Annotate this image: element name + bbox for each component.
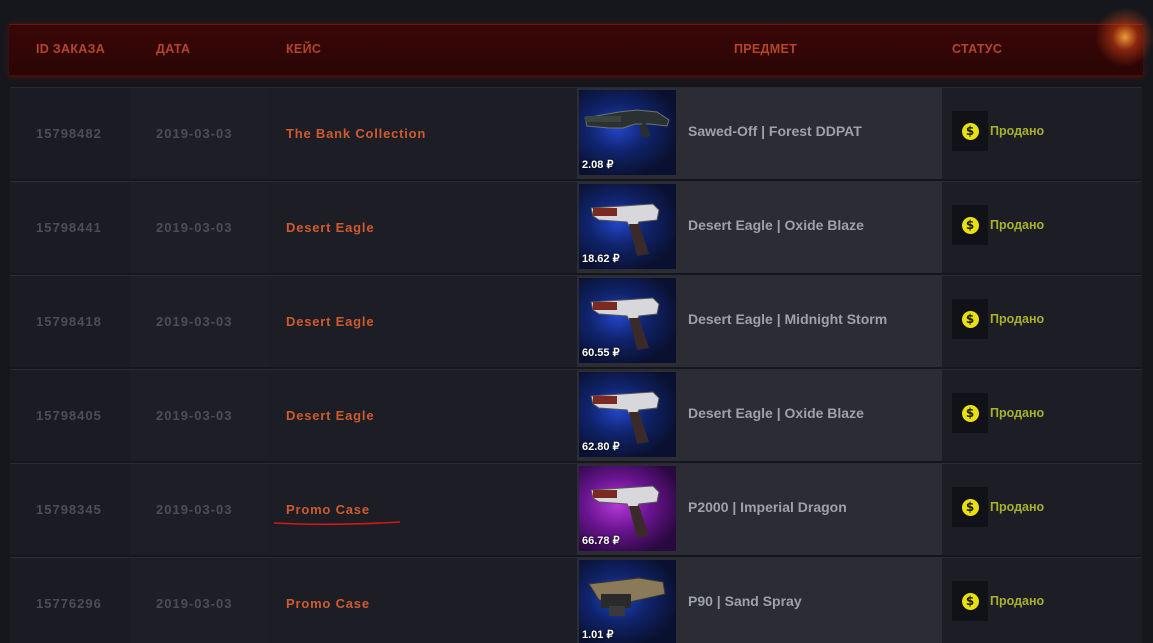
coin-icon-box: $ [952, 581, 988, 621]
item-thumbnail: 62.80 ₽ [579, 372, 676, 457]
coin-icon: $ [961, 122, 979, 140]
table-row: 15798482 2019-03-03 The Bank Collection … [10, 87, 1142, 179]
coin-icon-box: $ [952, 487, 988, 527]
annotation-underline [273, 521, 401, 526]
header-order-id: ID ЗАКАЗА [36, 42, 106, 56]
order-id: 15798345 [10, 464, 130, 555]
status-text: Продано [990, 500, 1045, 514]
coin-icon: $ [961, 404, 979, 422]
table-row: 15798441 2019-03-03 Desert Eagle 18.62 ₽… [10, 181, 1142, 273]
status-badge: $ Продано [952, 581, 1044, 621]
case-link[interactable]: Promo Case [286, 558, 566, 643]
table-row: 15776296 2019-03-03 Promo Case 1.01 ₽ P9… [10, 557, 1142, 643]
coin-icon-box: $ [952, 111, 988, 151]
coin-icon-box: $ [952, 393, 988, 433]
order-date: 2019-03-03 [130, 558, 270, 643]
item-name: P90 | Sand Spray [688, 593, 802, 609]
item-card[interactable]: 62.80 ₽ Desert Eagle | Oxide Blaze [577, 370, 942, 461]
item-name: Sawed-Off | Forest DDPAT [688, 123, 862, 139]
item-price: 18.62 ₽ [582, 253, 620, 265]
header-flame-glow [1095, 7, 1153, 67]
item-price: 1.01 ₽ [582, 629, 614, 641]
item-price: 60.55 ₽ [582, 347, 620, 359]
table-header: ID ЗАКАЗА ДАТА КЕЙС ПРЕДМЕТ СТАТУС [9, 7, 1153, 77]
status-text: Продано [990, 218, 1045, 232]
order-id: 15798418 [10, 276, 130, 367]
coin-icon: $ [961, 592, 979, 610]
status-text: Продано [990, 124, 1045, 138]
item-name: Desert Eagle | Oxide Blaze [688, 217, 864, 233]
item-thumbnail: 60.55 ₽ [579, 278, 676, 363]
item-name: Desert Eagle | Midnight Storm [688, 311, 888, 327]
status-badge: $ Продано [952, 487, 1044, 527]
item-card[interactable]: 18.62 ₽ Desert Eagle | Oxide Blaze [577, 182, 942, 273]
order-id: 15798482 [10, 88, 130, 179]
order-date: 2019-03-03 [130, 276, 270, 367]
item-price: 66.78 ₽ [582, 535, 620, 547]
item-thumbnail: 66.78 ₽ [579, 466, 676, 551]
item-card[interactable]: 66.78 ₽ P2000 | Imperial Dragon [577, 464, 942, 555]
item-thumbnail: 1.01 ₽ [579, 560, 676, 643]
header-date: ДАТА [156, 42, 191, 56]
order-id: 15776296 [10, 558, 130, 643]
header-case: КЕЙС [286, 42, 322, 56]
table-row: 15798345 2019-03-03 Promo Case 66.78 ₽ P… [10, 463, 1142, 555]
item-price: 62.80 ₽ [582, 441, 620, 453]
status-text: Продано [990, 406, 1045, 420]
status-text: Продано [990, 312, 1045, 326]
case-link[interactable]: Promo Case [286, 464, 566, 555]
order-date: 2019-03-03 [130, 370, 270, 461]
item-name: P2000 | Imperial Dragon [688, 499, 847, 515]
order-id: 15798441 [10, 182, 130, 273]
item-card[interactable]: 1.01 ₽ P90 | Sand Spray [577, 558, 942, 643]
item-name: Desert Eagle | Oxide Blaze [688, 405, 864, 421]
case-link[interactable]: Desert Eagle [286, 370, 566, 461]
coin-icon-box: $ [952, 299, 988, 339]
orders-table-body: 15798482 2019-03-03 The Bank Collection … [10, 87, 1142, 643]
order-date: 2019-03-03 [130, 182, 270, 273]
coin-icon: $ [961, 216, 979, 234]
case-link[interactable]: Desert Eagle [286, 276, 566, 367]
item-card[interactable]: 60.55 ₽ Desert Eagle | Midnight Storm [577, 276, 942, 367]
status-badge: $ Продано [952, 393, 1044, 433]
order-id: 15798405 [10, 370, 130, 461]
header-status: СТАТУС [952, 42, 1003, 56]
item-price: 2.08 ₽ [582, 159, 614, 171]
case-link[interactable]: The Bank Collection [286, 88, 566, 179]
coin-icon-box: $ [952, 205, 988, 245]
status-badge: $ Продано [952, 299, 1044, 339]
coin-icon: $ [961, 498, 979, 516]
status-badge: $ Продано [952, 205, 1044, 245]
table-row: 15798418 2019-03-03 Desert Eagle 60.55 ₽… [10, 275, 1142, 367]
table-row: 15798405 2019-03-03 Desert Eagle 62.80 ₽… [10, 369, 1142, 461]
order-date: 2019-03-03 [130, 88, 270, 179]
status-badge: $ Продано [952, 111, 1044, 151]
case-link[interactable]: Desert Eagle [286, 182, 566, 273]
header-item: ПРЕДМЕТ [734, 42, 798, 56]
order-date: 2019-03-03 [130, 464, 270, 555]
orders-history-page: ID ЗАКАЗА ДАТА КЕЙС ПРЕДМЕТ СТАТУС 15798… [0, 0, 1153, 643]
status-text: Продано [990, 594, 1045, 608]
item-thumbnail: 18.62 ₽ [579, 184, 676, 269]
item-thumbnail: 2.08 ₽ [579, 90, 676, 175]
coin-icon: $ [961, 310, 979, 328]
item-card[interactable]: 2.08 ₽ Sawed-Off | Forest DDPAT [577, 88, 942, 179]
